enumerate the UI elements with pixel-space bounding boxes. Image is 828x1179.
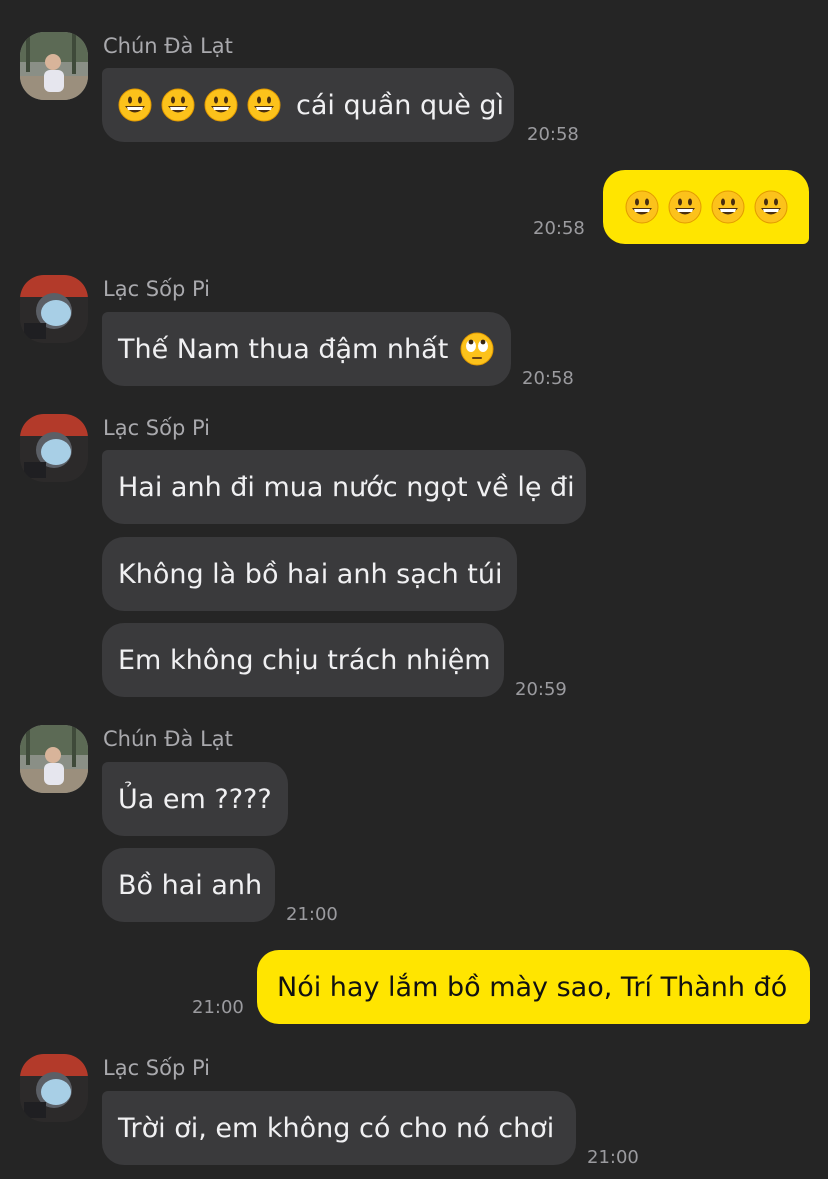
avatar-lac[interactable] xyxy=(20,275,88,343)
avatar-lac[interactable] xyxy=(20,414,88,482)
message-bubble[interactable]: Em không chịu trách nhiệm xyxy=(102,623,504,697)
message-text: Nói hay lắm bồ mày sao, Trí Thành đó xyxy=(277,971,788,1003)
grinning-face-emoji xyxy=(247,88,281,122)
avatar-chun[interactable] xyxy=(20,725,88,793)
message-time: 21:00 xyxy=(192,997,244,1018)
message-text: Bồ hai anh xyxy=(118,869,263,901)
message-bubble-outgoing[interactable] xyxy=(603,170,809,244)
message-time: 20:58 xyxy=(522,368,574,389)
sender-name: Chún Đà Lạt xyxy=(103,34,233,58)
message-bubble[interactable]: Bồ hai anh xyxy=(102,848,275,922)
message-time: 20:59 xyxy=(515,679,567,700)
message-bubble[interactable]: Không là bồ hai anh sạch túi xyxy=(102,537,517,611)
message-bubble[interactable]: Ủa em ???? xyxy=(102,762,288,836)
message-time: 20:58 xyxy=(533,218,585,239)
message-bubble[interactable]: cái quần què gì xyxy=(102,68,514,142)
message-time: 21:00 xyxy=(587,1147,639,1168)
avatar-lac[interactable] xyxy=(20,1054,88,1122)
message-bubble[interactable]: Hai anh đi mua nước ngọt về lẹ đi xyxy=(102,450,586,524)
sender-name: Lạc Sốp Pi xyxy=(103,1056,211,1080)
message-text: Trời ơi, em không có cho nó chơi xyxy=(118,1112,555,1144)
grinning-face-emoji xyxy=(625,190,659,224)
message-text: Không là bồ hai anh sạch túi xyxy=(118,558,503,590)
avatar-chun[interactable] xyxy=(20,32,88,100)
message-text: Em không chịu trách nhiệm xyxy=(118,644,491,676)
grinning-face-emoji xyxy=(668,190,702,224)
message-bubble[interactable]: Trời ơi, em không có cho nó chơi xyxy=(102,1091,576,1165)
grinning-face-emoji xyxy=(204,88,238,122)
message-bubble-outgoing[interactable]: Nói hay lắm bồ mày sao, Trí Thành đó xyxy=(257,950,810,1024)
grinning-face-emoji xyxy=(161,88,195,122)
sender-name: Lạc Sốp Pi xyxy=(103,416,211,440)
grinning-face-emoji xyxy=(754,190,788,224)
message-bubble[interactable]: Thế Nam thua đậm nhất xyxy=(102,312,511,386)
message-time: 21:00 xyxy=(286,904,338,925)
message-text: Thế Nam thua đậm nhất xyxy=(118,333,449,365)
message-text: Ủa em ???? xyxy=(118,783,272,815)
rolling-eyes-emoji xyxy=(460,332,494,366)
chat-thread: Chún Đà Lạt cái quần què gì 20:58 20:58 xyxy=(0,0,828,1179)
sender-name: Lạc Sốp Pi xyxy=(103,277,211,301)
grinning-face-emoji xyxy=(711,190,745,224)
message-text: Hai anh đi mua nước ngọt về lẹ đi xyxy=(118,471,575,503)
grinning-face-emoji xyxy=(118,88,152,122)
message-time: 20:58 xyxy=(527,124,579,145)
sender-name: Chún Đà Lạt xyxy=(103,727,233,751)
message-text: cái quần què gì xyxy=(296,89,505,121)
